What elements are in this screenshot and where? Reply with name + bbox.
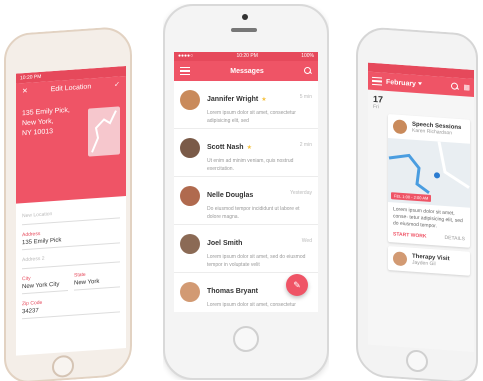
details-button[interactable]: DETAILS xyxy=(445,235,465,242)
app-bar: Messages xyxy=(174,61,318,81)
message-row[interactable]: Nelle Douglas Yesterday Do eiusmod tempor … xyxy=(174,177,318,225)
compose-button[interactable]: ✎ xyxy=(286,274,308,296)
sender-name: Nelle Douglas xyxy=(207,192,254,199)
sender-name: Jannifer Wright xyxy=(207,96,259,103)
message-row[interactable]: Scott Nash ★ 2 min Ut enim ad minim veniam,… xyxy=(174,129,318,177)
city-field[interactable]: City New York City xyxy=(22,269,68,295)
search-icon[interactable] xyxy=(304,67,312,75)
avatar xyxy=(180,138,200,158)
message-preview: Lorem ipsum dolor sit amet, consectetur xyxy=(207,302,296,308)
message-time: Wed xyxy=(301,238,312,244)
message-time: 5 min xyxy=(299,94,312,100)
page-title: Edit Location xyxy=(50,82,92,93)
field-value: New York xyxy=(74,278,100,287)
status-time: 10:20 PM xyxy=(20,73,42,82)
speaker xyxy=(231,28,257,32)
message-row[interactable]: Joel Smith Wed Lorem ipsum dolor sit amet,… xyxy=(174,225,318,273)
battery-level: 100% xyxy=(301,53,314,59)
center-phone: ●●●●○ 10:20 PM 100% Messages Jannifer Wr… xyxy=(163,4,329,380)
map-route-icon xyxy=(91,110,117,153)
close-icon[interactable]: ✕ xyxy=(22,87,28,95)
event-card[interactable]: Therapy Visit Jayden Gil xyxy=(388,245,470,276)
search-icon[interactable] xyxy=(451,82,459,91)
address-field[interactable]: Address 135 Emily Pick xyxy=(22,221,120,251)
month-selector[interactable]: February xyxy=(386,78,447,89)
location-form: New Location Address 135 Emily Pick Addr… xyxy=(16,196,126,329)
month-label: February xyxy=(386,78,416,88)
page-title: Messages xyxy=(230,67,264,75)
start-work-button[interactable]: START WORK xyxy=(393,231,427,239)
sender-name: Scott Nash xyxy=(207,144,244,151)
field-value: New York City xyxy=(22,281,60,291)
chevron-down-icon xyxy=(417,82,422,86)
avatar xyxy=(180,234,200,254)
right-phone: February ▦ 17 Fri Speech Sessions Karen … xyxy=(356,25,478,381)
status-time: 10:20 PM xyxy=(236,53,258,59)
state-dropdown[interactable]: State New York xyxy=(74,265,120,291)
field-label: Address 2 xyxy=(22,255,45,264)
message-preview: Do eiusmod tempor incididunt ut labore e… xyxy=(207,206,300,220)
home-button[interactable] xyxy=(233,326,259,352)
avatar xyxy=(393,251,407,267)
signal-indicator: ●●●●○ xyxy=(178,53,194,59)
calendar-screen: February ▦ 17 Fri Speech Sessions Karen … xyxy=(368,62,474,352)
message-time: 2 min xyxy=(299,142,312,148)
avatar xyxy=(180,282,200,302)
avatar xyxy=(393,119,407,135)
event-map[interactable]: FEL 1:00 - 2:00 AM xyxy=(388,137,470,208)
message-row[interactable]: Jannifer Wright ★ 5 min Lorem ipsum dolor s… xyxy=(174,81,318,129)
calendar-icon[interactable]: ▦ xyxy=(463,83,470,91)
camera xyxy=(242,14,248,20)
field-label: New Location xyxy=(22,211,53,220)
star-icon[interactable]: ★ xyxy=(247,145,252,151)
star-icon[interactable]: ★ xyxy=(261,97,266,103)
message-preview: Lorem ipsum dolor sit amet, consectetur … xyxy=(207,110,296,124)
event-card[interactable]: Speech Sessions Karen Richardson FEL 1:0… xyxy=(388,113,470,248)
menu-icon[interactable] xyxy=(372,76,382,86)
sender-name: Thomas Bryant xyxy=(207,288,258,295)
status-bar: ●●●●○ 10:20 PM 100% xyxy=(174,52,318,61)
home-button[interactable] xyxy=(406,349,428,373)
menu-icon[interactable] xyxy=(180,67,190,75)
message-preview: Lorem ipsum dolor sit amet, sed do eiusm… xyxy=(207,254,306,268)
left-phone: 10:20 PM ✕ Edit Location ✓ 135 Emily Pic… xyxy=(4,25,132,381)
message-preview: Ut enim ad minim veniam, quis nostrud ex… xyxy=(207,158,294,172)
check-icon[interactable]: ✓ xyxy=(114,80,120,88)
address-summary: 135 Emily Pick, New York, NY 10013 xyxy=(22,105,82,139)
message-time: Yesterday xyxy=(289,190,312,196)
avatar xyxy=(180,90,200,110)
location-header: ✕ Edit Location ✓ 135 Emily Pick, New Yo… xyxy=(16,75,126,204)
edit-icon: ✎ xyxy=(293,279,301,290)
messages-screen: ●●●●○ 10:20 PM 100% Messages Jannifer Wr… xyxy=(174,52,318,312)
sender-name: Joel Smith xyxy=(207,240,243,247)
map-thumbnail[interactable] xyxy=(88,106,120,157)
edit-location-screen: 10:20 PM ✕ Edit Location ✓ 135 Emily Pic… xyxy=(16,65,126,356)
avatar xyxy=(180,186,200,206)
